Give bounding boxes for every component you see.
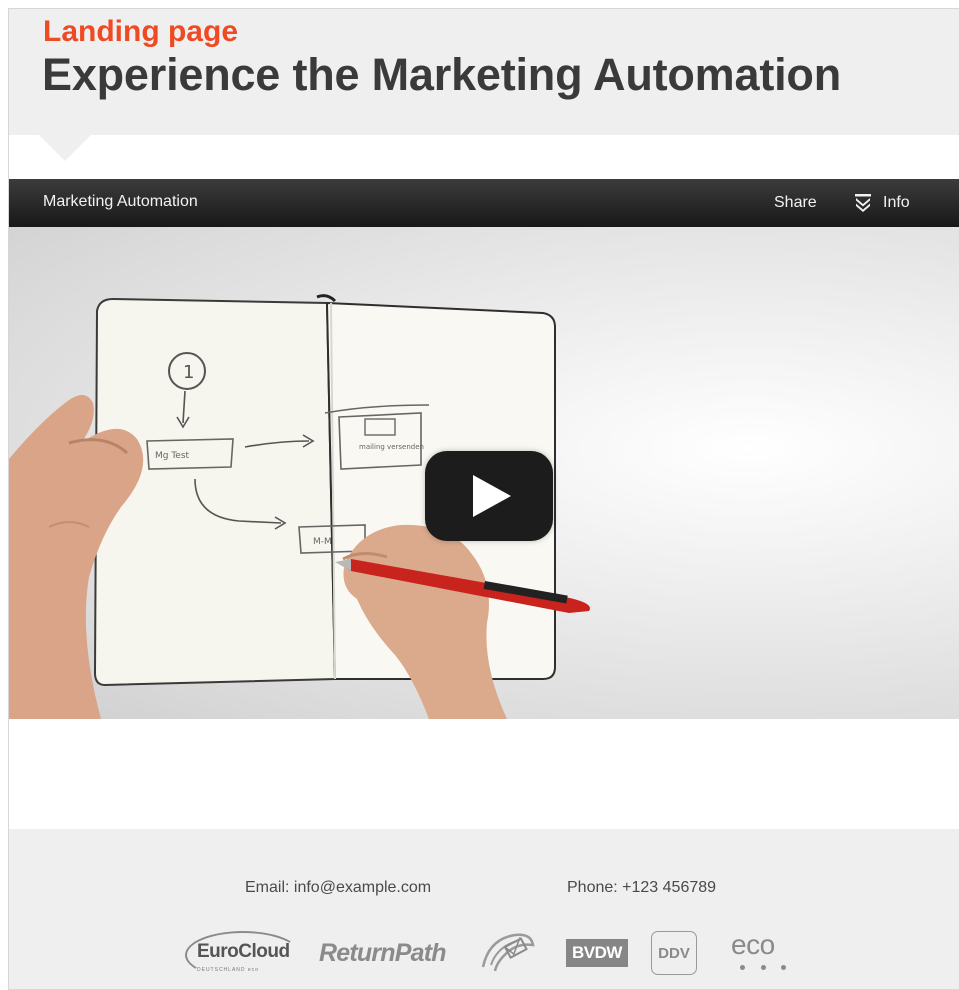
eurocloud-subline: DEUTSCHLAND eco [197, 967, 259, 973]
ddv-logo: DDV [651, 931, 697, 975]
sketch-label-mgtest: Mg Test [155, 451, 190, 461]
sketch-label-mailing: mailing versenden [359, 443, 424, 451]
page-footer: Email: info@example.com Phone: +123 4567… [9, 829, 959, 989]
video-title-bar: Marketing Automation Share Info [9, 179, 959, 227]
eurocloud-wordmark: EuroCloud [197, 941, 290, 962]
eco-wordmark: eco [731, 929, 775, 960]
info-button[interactable]: Info [855, 192, 910, 214]
mail-seal-icon [481, 933, 535, 972]
video-title[interactable]: Marketing Automation [43, 193, 198, 211]
notebook-band [316, 294, 337, 303]
video-thumbnail[interactable]: 1 Mg Test mailing versenden M-M [9, 227, 959, 719]
contact-phone[interactable]: Phone: +123 456789 [567, 879, 716, 897]
header-notch [39, 135, 91, 161]
double-chevron-down-icon [855, 194, 871, 212]
eurocloud-logo: EuroCloud DEUTSCHLAND eco [185, 931, 303, 979]
page-kicker: Landing page [43, 15, 238, 48]
eco-dots [740, 965, 786, 971]
partner-logos: EuroCloud DEUTSCHLAND eco ReturnPath BVD… [9, 921, 959, 981]
bvdw-logo: BVDW [566, 939, 628, 967]
sketch-label-1: 1 [183, 362, 194, 383]
sketch-label-mm: M-M [313, 537, 332, 547]
landing-page: Landing page Experience the Marketing Au… [8, 8, 959, 990]
play-icon [473, 475, 511, 517]
page-title: Experience the Marketing Automation [42, 49, 841, 100]
eco-logo: eco [731, 929, 795, 979]
contact-email[interactable]: Email: info@example.com [245, 879, 431, 897]
share-button[interactable]: Share [774, 194, 817, 212]
returnpath-logo: ReturnPath [319, 939, 447, 967]
info-label: Info [883, 194, 910, 211]
page-header: Landing page Experience the Marketing Au… [9, 9, 959, 135]
video-player[interactable]: Marketing Automation Share Info 1 Mg Tes… [9, 179, 959, 719]
play-button[interactable] [425, 451, 553, 541]
